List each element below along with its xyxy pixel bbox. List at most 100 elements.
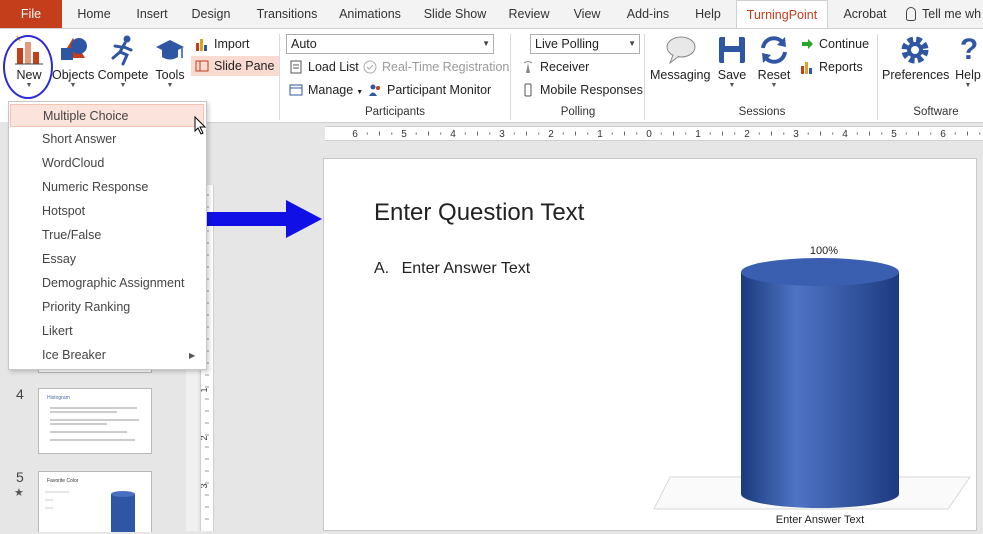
group-label-software: Software xyxy=(913,106,959,118)
mouse-cursor-icon xyxy=(194,116,207,135)
reports-button[interactable]: Reports xyxy=(800,57,863,77)
new-question-menu: Multiple Choice Short Answer WordCloud N… xyxy=(8,101,207,370)
slide-thumbnail-5[interactable]: Favorite Color xyxy=(38,471,152,532)
reset-button[interactable]: Reset ▼ xyxy=(756,34,792,90)
reset-label: Reset xyxy=(757,68,791,82)
chevron-down-icon: ▼ xyxy=(166,82,174,89)
graduation-cap-icon xyxy=(154,34,186,66)
menu-item-wordcloud[interactable]: WordCloud xyxy=(10,152,204,175)
tools-button[interactable]: Tools ▼ xyxy=(152,34,188,90)
tab-insert[interactable]: Insert xyxy=(122,0,182,28)
ruler-label: 3 xyxy=(499,129,505,140)
tools-label: Tools xyxy=(155,68,185,82)
receiver-button[interactable]: Receiver xyxy=(521,57,589,77)
menu-item-likert[interactable]: Likert xyxy=(10,320,204,343)
menu-item-demographic-assignment[interactable]: Demographic Assignment xyxy=(10,272,204,295)
polling-mode-combo[interactable]: Live Polling ▼ xyxy=(530,34,640,54)
import-button[interactable]: Import xyxy=(195,34,249,54)
preferences-button[interactable]: Preferences xyxy=(882,34,950,82)
preferences-label: Preferences xyxy=(882,68,950,82)
menu-item-ice-breaker[interactable]: Ice Breaker xyxy=(10,344,204,367)
mobile-responses-button[interactable]: Mobile Responses xyxy=(521,80,643,100)
answer-letter: A. xyxy=(374,260,390,277)
tab-animations[interactable]: Animations xyxy=(330,0,410,28)
ruler-label: 1 xyxy=(201,387,209,392)
compete-label: Compete xyxy=(97,68,149,82)
bar-category-label: Enter Answer Text xyxy=(776,514,864,526)
chevron-down-icon: ▼ xyxy=(356,89,364,96)
menu-item-hotspot[interactable]: Hotspot xyxy=(10,200,204,223)
save-label: Save xyxy=(717,68,747,82)
combo-value: Live Polling xyxy=(535,37,599,51)
ruler-label: 0 xyxy=(646,129,652,140)
dropdown-arrow-icon: ▼ xyxy=(628,39,636,48)
participant-monitor-button[interactable]: Participant Monitor xyxy=(368,80,491,100)
tab-review[interactable]: Review xyxy=(500,0,558,28)
chevron-down-icon: ▼ xyxy=(69,82,77,89)
menu-item-priority-ranking[interactable]: Priority Ranking xyxy=(10,296,204,319)
participant-list-combo[interactable]: Auto ▼ xyxy=(286,34,494,54)
tab-slide-show[interactable]: Slide Show xyxy=(412,0,498,28)
manage-list-icon xyxy=(289,83,303,97)
slide-number: 5 xyxy=(16,469,24,485)
arrow-right-icon xyxy=(800,37,814,51)
tab-turningpoint[interactable]: TurningPoint xyxy=(736,0,828,28)
help-button[interactable]: ? Help ▼ xyxy=(953,34,983,90)
manage-button[interactable]: Manage ▼ xyxy=(289,80,363,100)
ruler-label: 5 xyxy=(891,129,897,140)
animation-star-icon: ★ xyxy=(14,487,24,499)
speech-bubble-icon xyxy=(664,34,696,66)
tell-me-search[interactable]: Tell me wh xyxy=(906,0,983,28)
group-label-participants: Participants xyxy=(364,106,426,118)
tab-view[interactable]: View xyxy=(562,0,612,28)
ruler-label: 4 xyxy=(450,129,456,140)
question-mark-icon: ? xyxy=(959,33,979,66)
mobile-phone-icon xyxy=(521,83,535,97)
objects-label: Objects xyxy=(52,68,95,82)
ruler-label: 2 xyxy=(744,129,750,140)
load-list-button[interactable]: Load List xyxy=(289,57,359,77)
slide-pane-button[interactable]: Slide Pane xyxy=(191,56,281,76)
slide-pane-icon xyxy=(195,59,209,73)
objects-shapes-icon xyxy=(57,34,89,66)
answer-item[interactable]: A. Enter Answer Text xyxy=(374,260,530,278)
messaging-label: Messaging xyxy=(650,68,711,82)
tab-design[interactable]: Design xyxy=(182,0,240,28)
tab-add-ins[interactable]: Add-ins xyxy=(614,0,682,28)
compete-button[interactable]: Compete ▼ xyxy=(96,34,150,90)
question-title[interactable]: Enter Question Text xyxy=(374,199,584,227)
tab-acrobat[interactable]: Acrobat xyxy=(834,0,896,28)
objects-button[interactable]: Objects ▼ xyxy=(52,34,94,90)
load-list-icon xyxy=(289,60,303,74)
reset-arrows-icon xyxy=(758,34,790,66)
tab-file[interactable]: File xyxy=(0,0,62,28)
ruler-label: 1 xyxy=(695,129,701,140)
import-chart-icon xyxy=(195,37,209,51)
menu-item-essay[interactable]: Essay xyxy=(10,248,204,271)
tab-transitions[interactable]: Transitions xyxy=(244,0,330,28)
ruler-label: 2 xyxy=(201,435,209,440)
thumbnail-text-lines xyxy=(50,407,139,441)
chevron-down-icon: ▼ xyxy=(728,82,736,89)
menu-item-true-false[interactable]: True/False xyxy=(10,224,204,247)
menu-item-numeric-response[interactable]: Numeric Response xyxy=(10,176,204,199)
gear-icon xyxy=(899,34,931,66)
continue-button[interactable]: Continue xyxy=(800,34,869,54)
menu-item-short-answer[interactable]: Short Answer xyxy=(10,128,204,151)
receiver-label: Receiver xyxy=(540,60,590,74)
save-button[interactable]: Save ▼ xyxy=(716,34,748,90)
tab-help[interactable]: Help xyxy=(684,0,732,28)
reports-label: Reports xyxy=(819,60,863,74)
slide-number: 4 xyxy=(16,386,24,402)
tab-home[interactable]: Home xyxy=(66,0,122,28)
thumbnail-title: Histogram xyxy=(47,395,70,401)
ribbon-tab-bar: File Home Insert Design Transitions Anim… xyxy=(0,0,983,28)
messaging-button[interactable]: Messaging xyxy=(650,34,710,82)
slide-thumbnail-4[interactable]: Histogram xyxy=(38,388,152,454)
group-separator xyxy=(644,34,645,120)
menu-item-multiple-choice[interactable]: Multiple Choice xyxy=(10,104,204,127)
slide-canvas[interactable]: Enter Question Text A. Enter Answer Text… xyxy=(323,158,977,531)
real-time-registration-button[interactable]: Real-Time Registration xyxy=(363,57,509,77)
chevron-down-icon: ▼ xyxy=(964,82,972,89)
combo-value: Auto xyxy=(291,37,317,51)
